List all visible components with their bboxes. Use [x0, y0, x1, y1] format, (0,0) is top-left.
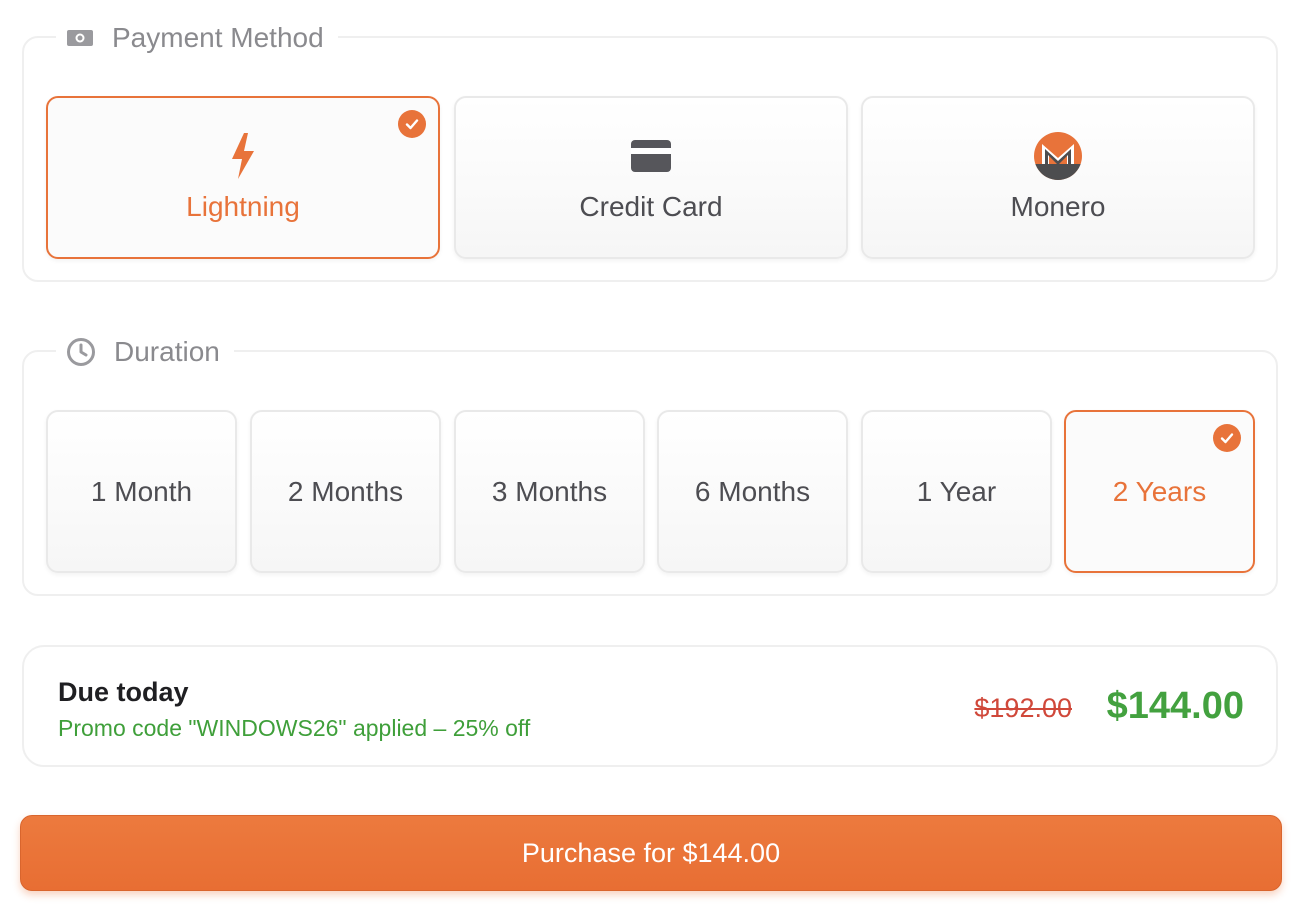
monero-logo-icon	[1034, 131, 1082, 180]
duration-option-label: 1 Month	[90, 475, 193, 507]
original-price: $192.00	[974, 693, 1072, 723]
payment-option-monero[interactable]: Monero	[861, 96, 1255, 259]
payment-method-section: Payment Method Lightning Credit Card Mon…	[22, 18, 1278, 282]
lightning-bolt-icon	[229, 132, 257, 179]
duration-title: Duration	[114, 336, 220, 367]
duration-option-6-months[interactable]: 6 Months	[657, 410, 848, 573]
payment-method-legend: Payment Method	[56, 18, 338, 58]
payment-method-title: Payment Method	[112, 22, 324, 53]
money-bill-icon	[66, 28, 94, 48]
duration-option-label: 6 Months	[694, 475, 811, 507]
duration-option-label: 3 Months	[491, 475, 608, 507]
payment-option-label: Credit Card	[579, 190, 723, 222]
payment-option-label: Lightning	[186, 190, 300, 222]
duration-option-2-years[interactable]: 2 Years	[1064, 410, 1255, 573]
duration-option-1-month[interactable]: 1 Month	[46, 410, 237, 573]
purchase-button[interactable]: Purchase for $144.00	[20, 815, 1282, 891]
selected-check-icon	[398, 110, 426, 138]
order-summary: Due today Promo code "WINDOWS26" applied…	[22, 645, 1278, 767]
payment-option-lightning[interactable]: Lightning	[46, 96, 440, 259]
duration-option-label: 2 Years	[1112, 475, 1207, 507]
promo-applied-text: Promo code "WINDOWS26" applied – 25% off	[58, 715, 531, 741]
payment-option-credit-card[interactable]: Credit Card	[454, 96, 848, 259]
duration-section: Duration 1 Month 2 Months 3 Months 6 Mon…	[22, 332, 1278, 596]
duration-option-2-months[interactable]: 2 Months	[250, 410, 441, 573]
duration-legend: Duration	[56, 332, 234, 372]
duration-option-1-year[interactable]: 1 Year	[861, 410, 1052, 573]
duration-option-label: 1 Year	[916, 475, 997, 507]
clock-icon	[66, 337, 96, 367]
due-today-title: Due today	[58, 677, 189, 707]
credit-card-icon	[630, 133, 672, 179]
selected-check-icon	[1213, 424, 1241, 452]
payment-option-label: Monero	[1010, 190, 1106, 222]
final-price: $144.00	[1106, 685, 1244, 727]
duration-option-3-months[interactable]: 3 Months	[454, 410, 645, 573]
duration-option-label: 2 Months	[287, 475, 404, 507]
